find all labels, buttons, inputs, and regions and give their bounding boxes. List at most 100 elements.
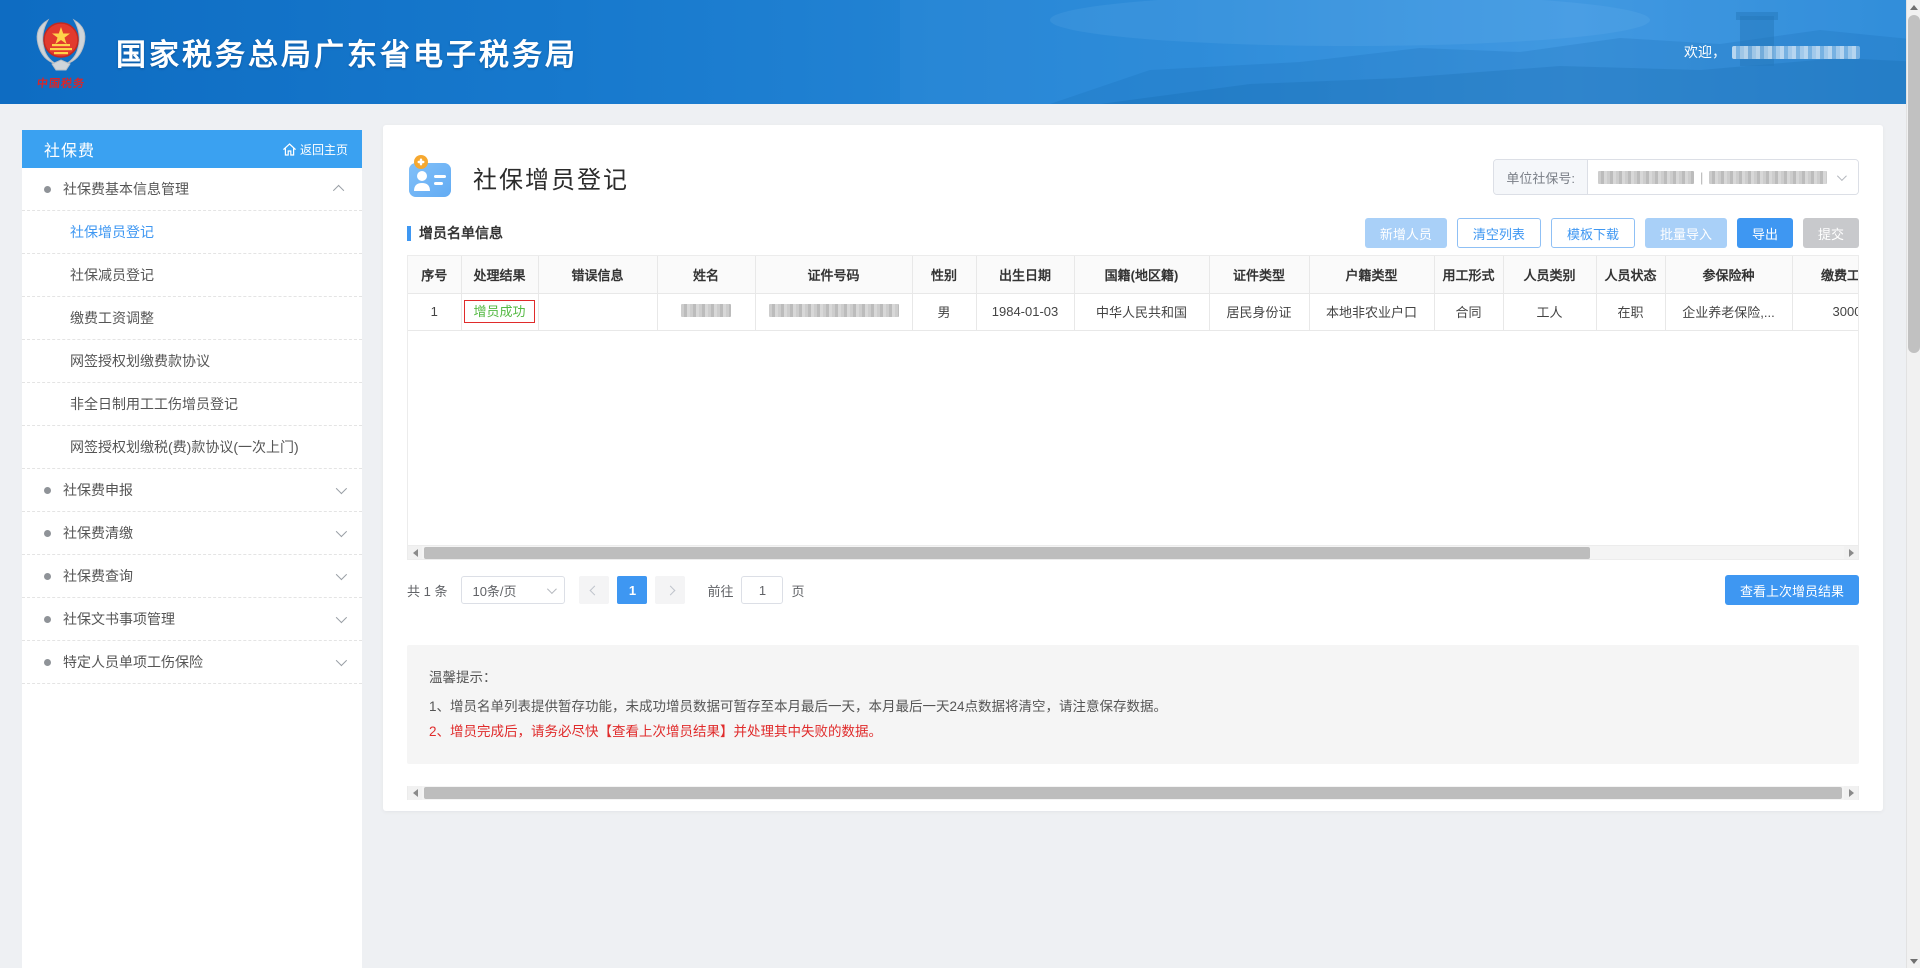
sidebar-item-add-personnel[interactable]: 社保增员登记 (22, 211, 362, 254)
bullet-icon (44, 659, 51, 666)
home-icon (283, 143, 296, 156)
chevron-down-icon (336, 612, 347, 623)
pagination: 共 1 条 10条/页 1 前往 页 查看上次增员结果 (407, 575, 1859, 605)
sidebar-menu: 社保费基本信息管理 社保增员登记 社保减员登记 缴费工资调整 网签授权划缴费款协… (22, 168, 362, 684)
name-redacted (681, 304, 731, 317)
sidebar-group-documents[interactable]: 社保文书事项管理 (22, 598, 362, 641)
welcome-area: 欢迎， (1684, 42, 1860, 62)
sidebar-group-special-injury[interactable]: 特定人员单项工伤保险 (22, 641, 362, 684)
export-button[interactable]: 导出 (1737, 218, 1793, 248)
tax-bureau-logo: 中国税务 (26, 14, 96, 91)
logo-caption: 中国税务 (36, 75, 86, 91)
site-title: 国家税务总局广东省电子税务局 (116, 30, 578, 74)
return-home-label: 返回主页 (300, 141, 348, 158)
cell-id-type: 居民身份证 (1209, 293, 1309, 330)
scroll-left-arrow[interactable] (408, 546, 422, 560)
sidebar-group-declaration[interactable]: 社保费申报 (22, 469, 362, 512)
tips-title: 温馨提示： (429, 665, 1837, 690)
submit-button[interactable]: 提交 (1803, 218, 1859, 248)
scroll-down-arrow[interactable] (1907, 954, 1920, 968)
sidebar-item-salary-adjust[interactable]: 缴费工资调整 (22, 297, 362, 340)
goto-page-input[interactable] (741, 576, 783, 604)
bullet-icon (44, 487, 51, 494)
section-accent-bar (407, 226, 411, 241)
sidebar-item-esign-agreement[interactable]: 网签授权划缴费款协议 (22, 340, 362, 383)
cell-household-type: 本地非农业户口 (1309, 293, 1434, 330)
bullet-icon (44, 616, 51, 623)
add-personnel-icon (407, 155, 453, 199)
bullet-icon (44, 186, 51, 193)
unit-social-security-selector: 单位社保号: | (1493, 159, 1859, 195)
chevron-down-icon (336, 655, 347, 666)
cell-birth-date: 1984-01-03 (976, 293, 1074, 330)
sidebar-title: 社保费 (44, 137, 95, 161)
id-number-redacted (769, 304, 899, 317)
cell-name (657, 293, 755, 330)
page-title: 社保增员登记 (473, 160, 629, 195)
batch-import-button[interactable]: 批量导入 (1645, 218, 1727, 248)
cell-person-category: 工人 (1503, 293, 1596, 330)
scroll-right-arrow[interactable] (1844, 546, 1858, 560)
sidebar-group-query[interactable]: 社保费查询 (22, 555, 362, 598)
cell-error (538, 293, 657, 330)
return-home-button[interactable]: 返回主页 (283, 141, 348, 158)
view-last-result-button[interactable]: 查看上次增员结果 (1725, 575, 1859, 605)
cell-insurance-types: 企业养老保险,... (1665, 293, 1792, 330)
table-header-row: 序号 处理结果 错误信息 姓名 证件号码 性别 出生日期 国籍(地区籍) 证件类… (408, 256, 1859, 293)
welcome-label: 欢迎， (1684, 42, 1726, 62)
username-redacted (1732, 46, 1860, 59)
cell-salary: 3000 (1792, 293, 1859, 330)
cell-seq: 1 (408, 293, 461, 330)
tips-line-1: 1、增员名单列表提供暂存功能，未成功增员数据可暂存至本月最后一天，本月最后一天2… (429, 694, 1837, 719)
toolbar: 新增人员 清空列表 模板下载 批量导入 导出 提交 (1365, 218, 1859, 248)
page-size-select[interactable]: 10条/页 (461, 576, 565, 604)
window-vertical-scrollbar[interactable] (1906, 0, 1920, 968)
goto-label: 前往 (707, 581, 733, 600)
status-badge: 增员成功 (464, 300, 534, 323)
sidebar-group-basic-info[interactable]: 社保费基本信息管理 (22, 168, 362, 211)
tips-box: 温馨提示： 1、增员名单列表提供暂存功能，未成功增员数据可暂存至本月最后一天，本… (407, 645, 1859, 764)
cell-employment-form: 合同 (1434, 293, 1503, 330)
main-panel: 社保增员登记 单位社保号: | 增员名单信息 新增人员 清空列表 模板下载 批量… (383, 125, 1883, 811)
next-page-button[interactable] (655, 576, 685, 604)
scroll-up-arrow[interactable] (1907, 0, 1920, 14)
prev-page-button[interactable] (579, 576, 609, 604)
clear-list-button[interactable]: 清空列表 (1457, 218, 1541, 248)
cell-person-status: 在职 (1596, 293, 1665, 330)
sidebar-item-remove-personnel[interactable]: 社保减员登记 (22, 254, 362, 297)
sidebar-item-parttime-injury[interactable]: 非全日制用工工伤增员登记 (22, 383, 362, 426)
chevron-down-icon (336, 569, 347, 580)
bullet-icon (44, 530, 51, 537)
vertical-scroll-thumb[interactable] (1908, 15, 1920, 353)
current-page-button[interactable]: 1 (617, 576, 647, 604)
unit-label: 单位社保号: (1494, 160, 1588, 194)
add-person-button[interactable]: 新增人员 (1365, 218, 1447, 248)
app-header: 中国税务 国家税务总局广东省电子税务局 欢迎， (0, 0, 1920, 104)
scroll-left-arrow[interactable] (408, 786, 422, 800)
sidebar-item-esign-onetime[interactable]: 网签授权划缴税(费)款协议(一次上门) (22, 426, 362, 469)
chevron-down-icon (336, 526, 347, 537)
unit-name-redacted (1709, 171, 1827, 184)
unit-value-dropdown[interactable]: | (1588, 160, 1858, 194)
goto-unit: 页 (791, 581, 804, 600)
unit-number-redacted (1598, 171, 1694, 184)
sidebar-header: 社保费 返回主页 (22, 130, 362, 168)
cell-result: 增员成功 (461, 293, 538, 330)
personnel-table: 序号 处理结果 错误信息 姓名 证件号码 性别 出生日期 国籍(地区籍) 证件类… (408, 256, 1859, 331)
sidebar-group-settlement[interactable]: 社保费清缴 (22, 512, 362, 555)
scroll-right-arrow[interactable] (1844, 786, 1858, 800)
personnel-table-container: 序号 处理结果 错误信息 姓名 证件号码 性别 出生日期 国籍(地区籍) 证件类… (407, 255, 1859, 560)
chevron-down-icon (336, 483, 347, 494)
cell-id-number (755, 293, 912, 330)
template-download-button[interactable]: 模板下载 (1551, 218, 1635, 248)
table-row: 1 增员成功 男 1984-01-03 中华人民共和国 居民身份证 本地非农业户… (408, 293, 1859, 330)
cell-nationality: 中华人民共和国 (1074, 293, 1209, 330)
table-horizontal-scrollbar[interactable] (408, 545, 1858, 559)
tips-line-2: 2、增员完成后，请务必尽快【查看上次增员结果】并处理其中失败的数据。 (429, 719, 1837, 744)
sidebar: 社保费 返回主页 社保费基本信息管理 社保增员登记 社保减员登记 缴费工资调整 … (22, 130, 362, 968)
cell-gender: 男 (912, 293, 976, 330)
chevron-down-icon (1837, 171, 1847, 181)
section-title: 增员名单信息 (419, 223, 503, 243)
page-horizontal-scrollbar[interactable] (407, 786, 1859, 800)
bullet-icon (44, 573, 51, 580)
